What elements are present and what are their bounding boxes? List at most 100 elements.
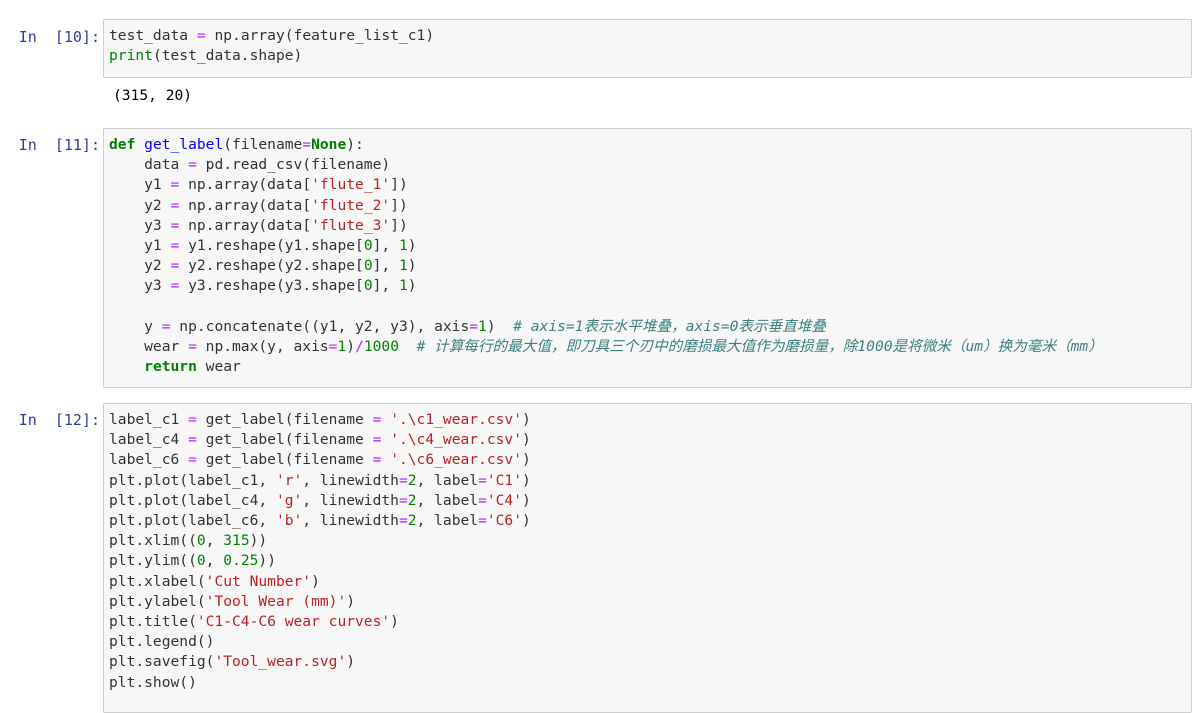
code-token: y2 [109,196,171,214]
code-token: 0 [196,532,206,550]
code-token: 2 [407,491,417,509]
code-token: np.array(data[ [179,176,312,194]
code-line: plt.plot(label_c1, 'r', linewidth=2, lab… [109,472,531,489]
code-token: None [311,136,347,153]
code-token: '.\c1_wear.csv' [390,411,522,428]
code-line: y2 = np.array(data['flute_2']) [109,197,408,214]
code-token: ) [346,653,356,671]
code-token: ) [407,277,417,295]
code-token: 1 [398,237,408,255]
code-token: # axis=1表示水平堆叠，axis=0表示垂直堆叠 [513,317,826,335]
code-token: data [109,156,189,174]
code-input[interactable]: test_data = np.array(feature_list_c1) pr… [103,19,1192,78]
code-line: label_c1 = get_label(filename = '.\c1_we… [109,411,531,428]
code-token: get_label(filename [196,451,373,469]
code-line: test_data = np.array(feature_list_c1) [109,27,434,44]
code-token: y3.reshape(y3.shape[ [179,277,364,295]
code-token: ) [522,512,531,530]
code-token: = [170,257,180,275]
code-token: ) [346,592,356,610]
input-prompt: In [12]: [18,411,100,429]
code-line: plt.ylim((0, 0.25)) [109,552,276,569]
code-line: wear = np.max(y, axis=1)/1000 # 计算每行的最大值… [109,338,1103,355]
code-line: return wear [109,358,241,375]
code-token: 1000 [363,338,400,356]
code-token: y2.reshape(y2.shape[ [179,257,364,275]
code-token: 0 [196,552,206,570]
code-token: np.array(data[ [179,216,312,234]
code-token: ) [522,411,531,428]
code-token: 'b' [275,512,303,530]
code-token: print [109,47,153,65]
code-token: , [205,532,224,550]
code-token: ) [346,338,356,356]
code-token: '.\c4_wear.csv' [390,431,522,449]
code-token: ) [522,451,531,469]
code-token: (filename [223,136,303,153]
code-token: 1 [337,338,347,356]
code-token: plt.xlim(( [109,532,197,550]
code-token: ): [346,136,364,153]
code-token: 0 [363,257,373,275]
code-token: 0.25 [223,552,259,570]
code-token: y [109,317,162,335]
code-token: y3 [109,216,171,234]
code-token: 'C1-C4-C6 wear curves' [196,613,391,631]
code-token: 'C4' [486,491,523,509]
code-token: 'C6' [486,512,523,530]
code-editor[interactable]: label_c1 = get_label(filename = '.\c1_we… [109,410,1191,693]
code-line: print(test_data.shape) [109,47,302,64]
code-token: ) [522,471,531,489]
code-token: = [469,317,479,335]
code-input[interactable]: label_c1 = get_label(filename = '.\c1_we… [103,403,1192,713]
code-token: 0 [363,277,373,295]
code-token: plt.savefig( [109,653,215,671]
code-token: 'flute_1' [311,176,391,194]
code-token: plt.plot(label_c6, [109,512,276,530]
code-token: = [478,491,487,509]
code-token: ) [522,491,531,509]
code-token: , label [416,491,479,509]
code-token: = [170,216,180,234]
code-token: wear [109,338,189,356]
code-token: = [398,471,408,489]
code-token: plt.ylabel( [109,592,206,610]
code-token: label_c1 [109,411,189,428]
code-token: = [188,411,197,428]
code-token: ]) [390,196,408,214]
code-token: get_label [144,136,224,153]
code-token: plt.title( [109,613,197,631]
code-token: plt.show() [109,673,197,691]
code-token: get_label(filename [196,411,373,428]
code-token: 'Cut Number' [205,572,312,590]
code-editor[interactable]: test_data = np.array(feature_list_c1) pr… [109,26,1191,66]
code-token: , linewidth [302,491,399,509]
code-line: y3 = y3.reshape(y3.shape[0], 1) [109,277,417,295]
code-token: pd.read_csv(filename) [196,156,391,174]
code-token: ) [407,237,417,255]
code-token: 1 [478,317,487,335]
code-token: ]) [390,216,408,234]
code-token: ) [311,572,320,590]
code-token: ) [486,317,514,335]
code-token: = [398,512,408,530]
code-line: y3 = np.array(data['flute_3']) [109,217,408,234]
code-token: plt.plot(label_c4, [109,491,276,509]
code-line: data = pd.read_csv(filename) [109,156,390,173]
code-token: '.\c6_wear.csv' [390,451,522,469]
code-token: ], [372,257,399,275]
code-token: = [188,451,197,469]
code-line: plt.ylabel('Tool Wear (mm)') [109,593,355,610]
code-token: def [109,136,136,153]
code-line: plt.plot(label_c6, 'b', linewidth=2, lab… [109,512,531,529]
code-editor[interactable]: def get_label(filename=None): data = pd.… [109,135,1191,377]
code-token: = [302,136,312,153]
code-token: label_c4 [109,431,189,449]
code-token: = [170,277,180,295]
code-line: y1 = np.array(data['flute_1']) [109,176,408,193]
code-token: np.array(data[ [179,196,312,214]
input-prompt: In [10]: [18,28,100,46]
code-input[interactable]: def get_label(filename=None): data = pd.… [103,128,1192,388]
